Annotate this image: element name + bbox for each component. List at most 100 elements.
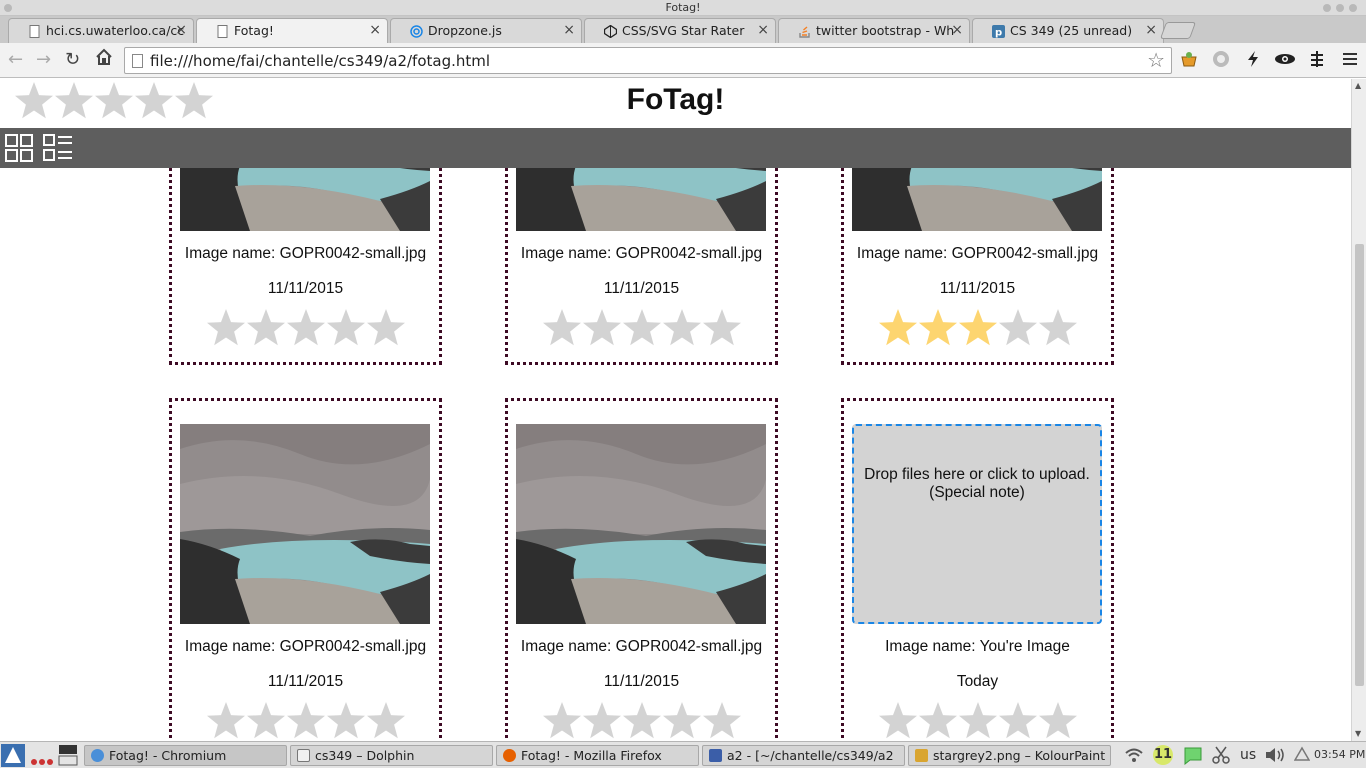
image-date: 11/11/2015 [939, 280, 1016, 297]
forward-arrow-icon[interactable]: → [36, 49, 51, 70]
image-date: Today [956, 673, 999, 690]
close-tab-icon[interactable]: × [175, 22, 187, 38]
star-icon[interactable] [663, 702, 701, 739]
grid-view-icon[interactable] [5, 134, 33, 166]
star-icon[interactable] [327, 702, 365, 739]
page-scrollbar[interactable]: ▲ ▼ [1351, 79, 1366, 741]
tab-bootstrap[interactable]: twitter bootstrap - Wh × [778, 18, 970, 43]
clock[interactable]: 03:54 PM [1314, 748, 1365, 761]
star-icon[interactable] [287, 309, 325, 346]
task-dolphin[interactable]: cs349 – Dolphin [290, 745, 493, 766]
home-icon[interactable] [95, 48, 113, 71]
taskbar: Fotag! - Chromium cs349 – Dolphin Fotag!… [0, 741, 1366, 768]
extension-eye-icon[interactable] [1274, 50, 1296, 73]
star-icon[interactable] [959, 702, 997, 739]
messenger-icon[interactable] [1182, 745, 1204, 769]
star-icon[interactable] [287, 702, 325, 739]
wifi-icon[interactable] [1124, 746, 1144, 768]
star-icon[interactable] [543, 309, 581, 346]
back-arrow-icon[interactable]: ← [8, 49, 23, 70]
window-menu-icon[interactable] [4, 4, 12, 12]
star-icon[interactable] [247, 309, 285, 346]
star-icon[interactable] [367, 702, 405, 739]
star-icon[interactable] [543, 702, 581, 739]
scrollbar-thumb[interactable] [1355, 244, 1364, 686]
star-icon[interactable] [247, 702, 285, 739]
star-rating[interactable] [206, 699, 406, 741]
tab-label: Dropzone.js [428, 23, 502, 38]
star-icon[interactable] [879, 309, 917, 346]
close-tab-icon[interactable]: × [757, 22, 769, 38]
task-firefox[interactable]: Fotag! - Mozilla Firefox [496, 745, 699, 766]
show-desktop-icon[interactable] [58, 744, 78, 770]
scroll-up-icon[interactable]: ▲ [1355, 81, 1361, 90]
tab-piazza[interactable]: p CS 349 (25 unread) × [972, 18, 1164, 43]
kolourpaint-icon [915, 749, 928, 762]
bookmark-star-icon[interactable]: ☆ [1147, 48, 1165, 72]
lake-photo[interactable] [180, 424, 430, 624]
activities-icon[interactable] [31, 751, 53, 770]
new-tab-button[interactable] [1159, 22, 1197, 39]
star-icon[interactable] [879, 702, 917, 739]
clipboard-scissors-icon[interactable] [1212, 745, 1230, 769]
extension-basket-icon[interactable] [1180, 50, 1198, 73]
star-icon[interactable] [663, 309, 701, 346]
close-window-icon[interactable] [1349, 4, 1357, 12]
keyboard-layout[interactable]: us [1240, 747, 1256, 763]
close-tab-icon[interactable]: × [369, 22, 381, 38]
close-tab-icon[interactable]: × [563, 22, 575, 38]
star-icon[interactable] [327, 309, 365, 346]
image-name: Image name: GOPR0042-small.jpg [856, 245, 1099, 262]
page-viewport: Image name: GOPR0042-small.jpg 11/11/201… [0, 79, 1351, 741]
star-icon[interactable] [583, 309, 621, 346]
star-rating[interactable] [878, 306, 1078, 350]
star-icon[interactable] [583, 702, 621, 739]
scroll-down-icon[interactable]: ▼ [1355, 729, 1361, 738]
tab-dropzone[interactable]: Dropzone.js × [390, 18, 582, 43]
menu-hamburger-icon[interactable] [1342, 50, 1358, 73]
reload-icon[interactable]: ↻ [65, 49, 80, 70]
tab-hci[interactable]: hci.cs.uwaterloo.ca/cc × [8, 18, 194, 43]
address-bar[interactable]: file:///home/fai/chantelle/cs349/a2/fota… [124, 47, 1172, 74]
list-view-icon[interactable] [43, 134, 73, 166]
star-icon[interactable] [919, 309, 957, 346]
star-icon[interactable] [623, 702, 661, 739]
star-rating[interactable] [206, 306, 406, 350]
extension-shield-icon[interactable] [1212, 50, 1230, 73]
lake-photo[interactable] [516, 424, 766, 624]
notifications-icon[interactable] [1293, 746, 1311, 766]
maximize-icon[interactable] [1336, 4, 1344, 12]
task-kolourpaint[interactable]: stargrey2.png – KolourPaint [908, 745, 1111, 766]
tab-star-rater[interactable]: CSS/SVG Star Rater × [584, 18, 776, 43]
page-icon [28, 25, 41, 38]
close-tab-icon[interactable]: × [951, 22, 963, 38]
star-icon[interactable] [623, 309, 661, 346]
star-icon[interactable] [1039, 702, 1077, 739]
star-icon[interactable] [999, 309, 1037, 346]
star-rating[interactable] [542, 699, 742, 741]
star-rating[interactable] [542, 306, 742, 350]
star-icon[interactable] [999, 702, 1037, 739]
star-icon[interactable] [1039, 309, 1077, 346]
volume-icon[interactable] [1264, 745, 1288, 769]
task-kate[interactable]: a2 - [~/chantelle/cs349/a2 [702, 745, 905, 766]
tab-fotag[interactable]: Fotag! × [196, 18, 388, 43]
star-icon[interactable] [207, 309, 245, 346]
task-chromium[interactable]: Fotag! - Chromium [84, 745, 287, 766]
image-name: Image name: GOPR0042-small.jpg [520, 638, 763, 655]
star-icon[interactable] [703, 702, 741, 739]
star-icon[interactable] [207, 702, 245, 739]
app-launcher-icon[interactable] [1, 744, 25, 771]
extension-lightning-icon[interactable] [1246, 50, 1260, 73]
image-name: Image name: GOPR0042-small.jpg [520, 245, 763, 262]
star-rating[interactable] [878, 699, 1078, 741]
close-tab-icon[interactable]: × [1145, 22, 1157, 38]
minimize-icon[interactable] [1323, 4, 1331, 12]
upload-dropzone[interactable]: Drop files here or click to upload. (Spe… [852, 424, 1102, 624]
star-icon[interactable] [367, 309, 405, 346]
star-icon[interactable] [703, 309, 741, 346]
extension-tower-icon[interactable] [1309, 50, 1325, 73]
updates-badge[interactable]: 11 [1153, 745, 1173, 765]
star-icon[interactable] [919, 702, 957, 739]
star-icon[interactable] [959, 309, 997, 346]
